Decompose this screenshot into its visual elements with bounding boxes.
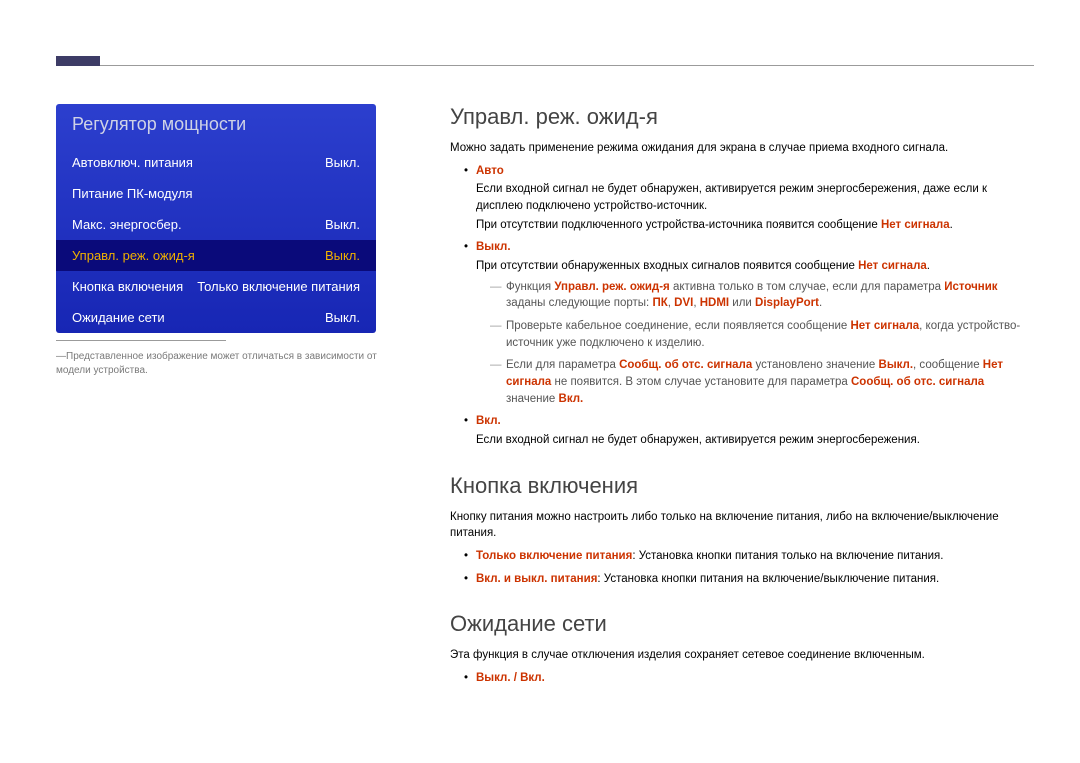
- osd-menu-item-label: Ожидание сети: [72, 310, 165, 325]
- osd-menu-item-maxenergy[interactable]: Макс. энергосбер. Выкл.: [56, 209, 376, 240]
- page: Регулятор мощности Автовключ. питания Вы…: [0, 0, 1080, 763]
- bullet-sub: При отсутствии обнаруженных входных сигн…: [476, 258, 1034, 275]
- header-accent: [56, 56, 100, 66]
- bullet-on: Вкл. Если входной сигнал не будет обнару…: [450, 413, 1034, 448]
- osd-menu-panel: Регулятор мощности Автовключ. питания Вы…: [56, 104, 376, 333]
- osd-menu-item-value: Выкл.: [325, 248, 360, 263]
- osd-menu-item-value: Только включение питания: [197, 279, 360, 294]
- section-netstandby: Ожидание сети Эта функция в случае отклю…: [450, 611, 1034, 686]
- osd-menu-title: Регулятор мощности: [56, 104, 376, 147]
- bullet-off: Выкл. При отсутствии обнаруженных входны…: [450, 239, 1034, 407]
- dash-item: Проверьте кабельное соединение, если поя…: [476, 318, 1034, 351]
- bullet-onlyon: Только включение питания: Установка кноп…: [450, 548, 1034, 565]
- footnote-text: Представленное изображение может отличат…: [56, 351, 377, 376]
- osd-menu-item-value: Выкл.: [325, 217, 360, 232]
- bullet-onoff: Вкл. и выкл. питания: Установка кнопки п…: [450, 571, 1034, 588]
- section-title: Кнопка включения: [450, 473, 1034, 499]
- osd-menu-item-label: Автовключ. питания: [72, 155, 193, 170]
- bullet-list: Только включение питания: Установка кноп…: [450, 548, 1034, 587]
- bullet-sub: Если входной сигнал не будет обнаружен, …: [476, 181, 1034, 214]
- header-rule: [100, 65, 1034, 66]
- osd-menu-item-label: Управл. реж. ожид-я: [72, 248, 195, 263]
- content-area: Управл. реж. ожид-я Можно задать примене…: [450, 104, 1034, 693]
- bullet-head: Выкл.: [476, 241, 511, 253]
- osd-menu-item-pcmodule[interactable]: Питание ПК-модуля: [56, 178, 376, 209]
- bullet-offon: Выкл. / Вкл.: [450, 670, 1034, 687]
- footnote: ―Представленное изображение может отлича…: [56, 350, 386, 378]
- osd-menu-item-label: Кнопка включения: [72, 279, 183, 294]
- bullet-list: Выкл. / Вкл.: [450, 670, 1034, 687]
- osd-menu-item-value: Выкл.: [325, 310, 360, 325]
- footnote-rule: [56, 340, 226, 341]
- section-title: Управл. реж. ожид-я: [450, 104, 1034, 130]
- bullet-list: Авто Если входной сигнал не будет обнару…: [450, 163, 1034, 449]
- bullet-sub: Если входной сигнал не будет обнаружен, …: [476, 432, 1034, 449]
- section-powerbutton: Кнопка включения Кнопку питания можно на…: [450, 473, 1034, 588]
- section-standby: Управл. реж. ожид-я Можно задать примене…: [450, 104, 1034, 449]
- section-intro: Кнопку питания можно настроить либо толь…: [450, 509, 1034, 542]
- osd-menu-item-powerbutton[interactable]: Кнопка включения Только включение питани…: [56, 271, 376, 302]
- section-intro: Можно задать применение режима ожидания …: [450, 140, 1034, 157]
- section-title: Ожидание сети: [450, 611, 1034, 637]
- section-intro: Эта функция в случае отключения изделия …: [450, 647, 1034, 664]
- osd-menu-item-standby[interactable]: Управл. реж. ожид-я Выкл.: [56, 240, 376, 271]
- bullet-sub: При отсутствии подключенного устройства-…: [476, 217, 1034, 234]
- dash-list: Функция Управл. реж. ожид-я активна толь…: [476, 279, 1034, 408]
- bullet-head: Вкл.: [476, 415, 501, 427]
- bullet-auto: Авто Если входной сигнал не будет обнару…: [450, 163, 1034, 234]
- dash-item: Функция Управл. реж. ожид-я активна толь…: [476, 279, 1034, 312]
- osd-menu-item-autopower[interactable]: Автовключ. питания Выкл.: [56, 147, 376, 178]
- dash-item: Если для параметра Сообщ. об отс. сигнал…: [476, 357, 1034, 407]
- osd-menu-item-netstandby[interactable]: Ожидание сети Выкл.: [56, 302, 376, 333]
- osd-menu-item-value: Выкл.: [325, 155, 360, 170]
- osd-menu-item-label: Питание ПК-модуля: [72, 186, 192, 201]
- osd-menu-item-label: Макс. энергосбер.: [72, 217, 182, 232]
- bullet-head: Авто: [476, 165, 504, 177]
